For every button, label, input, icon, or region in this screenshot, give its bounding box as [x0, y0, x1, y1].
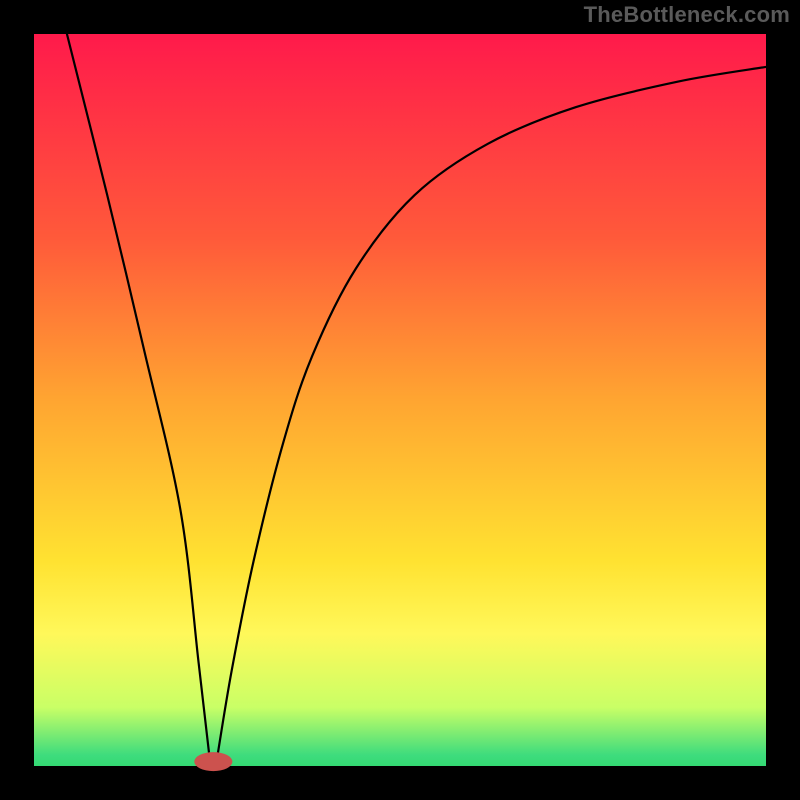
watermark-text: TheBottleneck.com — [584, 2, 790, 28]
bottleneck-marker — [194, 752, 232, 771]
bottleneck-chart — [0, 0, 800, 800]
plot-background — [34, 34, 766, 766]
